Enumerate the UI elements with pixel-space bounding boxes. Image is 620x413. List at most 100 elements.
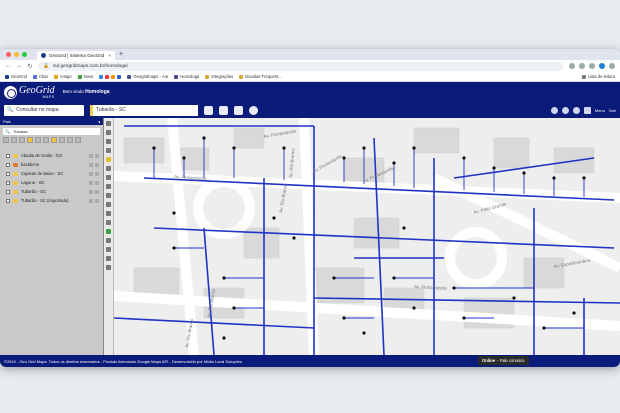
forward-icon[interactable]: →	[16, 63, 22, 69]
back-icon[interactable]: ←	[5, 63, 11, 69]
tool-icon[interactable]	[19, 137, 25, 143]
tool-icon[interactable]	[27, 137, 33, 143]
layer-action-icon[interactable]	[95, 162, 99, 167]
layer-label: Tubarão - SC (importado)	[21, 198, 69, 203]
collapse-icon[interactable]: ◂	[98, 119, 100, 124]
maximize-window-button[interactable]	[22, 52, 27, 57]
reload-icon[interactable]: ↻	[27, 63, 33, 70]
map-search-input[interactable]: 🔍 Consultar no mapa	[4, 104, 84, 116]
more-menu-icon[interactable]	[609, 63, 615, 69]
layer-checkbox[interactable]	[6, 153, 10, 158]
cursor-tool-icon[interactable]	[106, 121, 111, 126]
tool-icon[interactable]	[11, 137, 17, 143]
close-tab-icon[interactable]: ×	[108, 53, 111, 58]
share-icon[interactable]	[569, 63, 575, 69]
tab-title: GeoGrid | Sistema GeoGrid	[49, 53, 105, 58]
layer-action-icon[interactable]	[89, 180, 93, 185]
browser-tab[interactable]: GeoGrid | Sistema GeoGrid ×	[37, 51, 115, 60]
refresh-icon[interactable]	[561, 106, 569, 114]
new-tab-icon[interactable]: +	[119, 51, 123, 58]
bookmark-item[interactable]: Homologa	[174, 74, 199, 79]
list-item[interactable]: Tubarão - SC	[0, 187, 103, 196]
menu-button[interactable]: Menu	[595, 108, 605, 113]
tool-icon[interactable]	[43, 137, 49, 143]
layer-action-icon[interactable]	[95, 153, 99, 158]
hamburger-icon[interactable]	[583, 106, 591, 114]
house-icon[interactable]	[234, 105, 243, 115]
reading-list[interactable]: Lista de leitura	[581, 74, 615, 79]
tool-icon[interactable]	[51, 137, 57, 143]
city-selector[interactable]: Tubarão - SC	[90, 104, 198, 116]
user-icon[interactable]	[550, 106, 558, 114]
layer-checkbox[interactable]	[6, 171, 10, 176]
layer-action-icon[interactable]	[89, 171, 93, 176]
point-tool-icon[interactable]	[106, 139, 111, 144]
bookmark-item[interactable]: Chat	[32, 74, 48, 79]
layers-tool-icon[interactable]	[106, 247, 111, 252]
contact-label: - Fale conosco	[497, 358, 525, 363]
box-tool-icon[interactable]	[106, 193, 111, 198]
tool-icon[interactable]	[35, 137, 41, 143]
layer-action-icon[interactable]	[95, 171, 99, 176]
pole-tool-icon[interactable]	[106, 202, 111, 207]
folder-icon	[13, 153, 18, 158]
splitter-tool-icon[interactable]	[106, 175, 111, 180]
bookmark-item[interactable]: Geogridmaps - Aut	[127, 74, 168, 79]
layer-checkbox[interactable]	[6, 180, 10, 185]
green-tool-icon[interactable]	[106, 229, 111, 234]
tool-icon[interactable]	[67, 137, 73, 143]
list-item[interactable]: Capivari de Baixo - SC	[0, 169, 103, 178]
list-item[interactable]: Laguna - SC	[0, 178, 103, 187]
layer-action-icon[interactable]	[89, 189, 93, 194]
minimize-window-button[interactable]	[14, 52, 19, 57]
bell-icon[interactable]	[572, 106, 580, 114]
tool-icon[interactable]	[3, 137, 9, 143]
delete-tool-icon[interactable]	[106, 265, 111, 270]
online-chat-button[interactable]: Online - Fale conosco	[478, 356, 529, 365]
marker-tool-icon[interactable]	[106, 157, 111, 162]
ruler-tool-icon[interactable]	[106, 211, 111, 216]
url-input[interactable]: 🔒 sul.geogridmaps.com.br/homologa/	[38, 61, 564, 71]
tool-icon[interactable]	[59, 137, 65, 143]
layer-filter-input[interactable]: 🔍 Tubarao	[3, 128, 100, 135]
printer-icon[interactable]	[219, 105, 228, 115]
layer-action-icon[interactable]	[89, 153, 93, 158]
layer-action-icon[interactable]	[95, 198, 99, 203]
bookmark-item[interactable]: Integrações	[205, 74, 233, 79]
layer-checkbox[interactable]	[6, 198, 10, 203]
geogrid-logo[interactable]: GeoGrid MAPS	[4, 85, 55, 99]
bookmark-star-icon[interactable]	[579, 63, 585, 69]
list-item[interactable]: backbone	[0, 160, 103, 169]
layer-action-icon[interactable]	[95, 189, 99, 194]
copyright-text: ©2010 - Geo Grid Maps. Todos os direitos…	[4, 358, 242, 364]
pin-tool-icon[interactable]	[106, 256, 111, 261]
bookmark-icon	[111, 74, 116, 79]
map-canvas[interactable]: Av. Rio Branco Av. Rio Branco Av. Rio Br…	[114, 118, 620, 355]
anchor-tool-icon[interactable]	[106, 220, 111, 225]
layer-checkbox[interactable]	[6, 162, 10, 167]
tag-tool-icon[interactable]	[204, 105, 213, 115]
layer-checkbox[interactable]	[6, 189, 10, 194]
list-item[interactable]: Tubarão - SC (importado)	[0, 196, 103, 205]
bookmark-item[interactable]: GeoGrid	[5, 74, 27, 79]
gear-icon[interactable]	[249, 105, 258, 115]
bookmark-item[interactable]: Dúvidas Frequent...	[239, 74, 282, 79]
layer-action-icon[interactable]	[89, 162, 93, 167]
extensions-icon[interactable]	[589, 63, 595, 69]
map-svg[interactable]: Av. Rio Branco Av. Rio Branco Av. Rio Br…	[114, 118, 620, 355]
layer-action-icon[interactable]	[95, 180, 99, 185]
bookmark-item[interactable]: Novo	[77, 74, 93, 79]
layer-action-icon[interactable]	[89, 198, 93, 203]
browser-actions	[569, 63, 615, 69]
logout-button[interactable]: Sair	[609, 108, 616, 113]
polygon-tool-icon[interactable]	[106, 148, 111, 153]
line-tool-icon[interactable]	[106, 130, 111, 135]
close-window-button[interactable]	[6, 52, 11, 57]
bookmark-item[interactable]: Antigo	[53, 74, 72, 79]
tool-icon[interactable]	[75, 137, 81, 143]
cable-tool-icon[interactable]	[106, 184, 111, 189]
map-tool-icon[interactable]	[106, 238, 111, 243]
profile-avatar[interactable]	[599, 63, 605, 69]
list-item[interactable]: Abadia de Goiás - GO	[0, 151, 103, 160]
measure-tool-icon[interactable]	[106, 166, 111, 171]
